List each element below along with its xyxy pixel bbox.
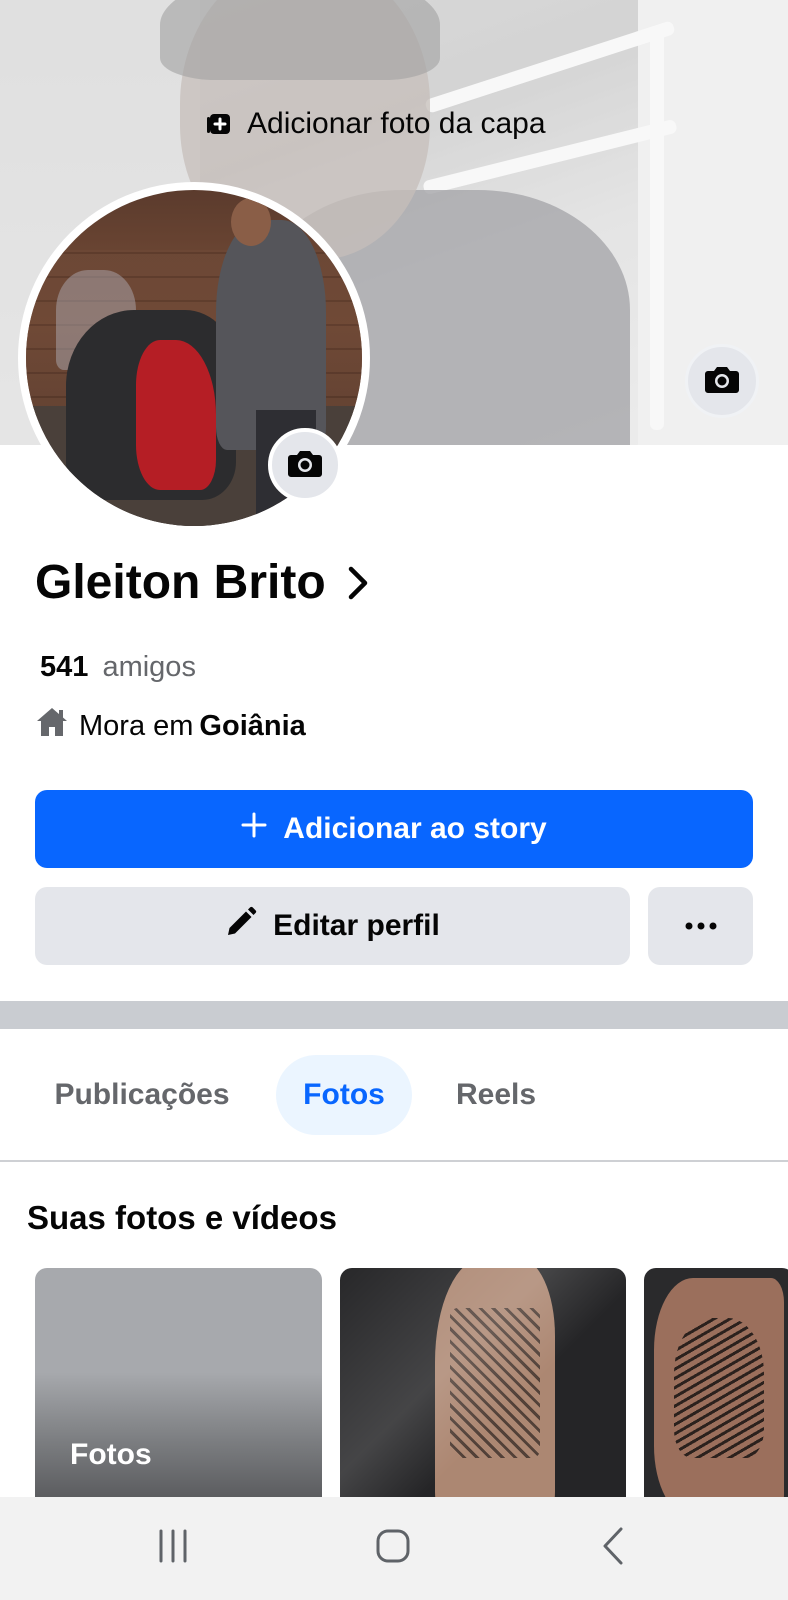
photo-thumbnail[interactable] [340, 1268, 626, 1500]
recents-icon [155, 1528, 191, 1569]
add-cover-photo-label: Adicionar foto da capa [247, 107, 546, 140]
thumbnail-image-detail [674, 1318, 764, 1458]
avatar-person-head [231, 198, 271, 246]
photos-section-title: Suas fotos e vídeos [27, 1199, 337, 1236]
tab-fotos[interactable]: Fotos [276, 1055, 412, 1135]
tab-label: Reels [455, 1078, 537, 1111]
edit-profile-button[interactable]: Editar perfil [35, 887, 630, 965]
photos-album-card[interactable]: Fotos [35, 1268, 322, 1500]
add-to-story-label: Adicionar ao story [283, 812, 547, 845]
tab-reels[interactable]: Reels [436, 1055, 556, 1135]
location-info: Mora em Goiânia [35, 706, 306, 746]
photos-album-label: Fotos [70, 1438, 152, 1471]
tab-label: Publicações [54, 1078, 230, 1111]
camera-icon [287, 447, 323, 484]
profile-name-row[interactable]: Gleiton Brito [35, 555, 376, 610]
home-button[interactable] [333, 1497, 453, 1600]
tab-label: Fotos [303, 1078, 385, 1111]
more-icon [685, 917, 717, 935]
friends-count: 541 [40, 651, 89, 683]
tab-publicacoes[interactable]: Publicações [32, 1055, 252, 1135]
tabs-divider [0, 1160, 788, 1162]
add-photo-icon [205, 110, 233, 138]
plus-icon [241, 812, 267, 846]
avatar-scooter-panel [136, 340, 216, 490]
cover-camera-button[interactable] [685, 344, 759, 418]
system-navigation-bar [0, 1497, 788, 1600]
photo-thumbnail[interactable] [644, 1268, 788, 1500]
pencil-icon [225, 906, 257, 946]
home-icon [35, 706, 69, 746]
profile-picture-camera-button[interactable] [268, 428, 342, 502]
location-city[interactable]: Goiânia [199, 710, 305, 742]
location-prefix: Mora em [79, 709, 194, 742]
add-cover-photo-button[interactable]: Adicionar foto da capa [205, 102, 546, 146]
camera-icon [704, 363, 740, 400]
home-button-icon [375, 1528, 411, 1569]
thumbnail-overlay [340, 1268, 626, 1500]
recents-button[interactable] [113, 1497, 233, 1600]
profile-name: Gleiton Brito [35, 556, 326, 609]
add-to-story-button[interactable]: Adicionar ao story [35, 790, 753, 868]
section-divider [0, 1001, 788, 1029]
friends-count-link[interactable]: 541 amigos [40, 651, 196, 684]
back-button[interactable] [553, 1497, 673, 1600]
chevron-right-icon [346, 563, 376, 603]
more-options-button[interactable] [648, 887, 753, 965]
friends-label: amigos [102, 651, 196, 683]
back-icon [601, 1526, 625, 1571]
profile-tabs: Publicações Fotos Reels [0, 1055, 788, 1135]
edit-profile-label: Editar perfil [273, 909, 440, 942]
